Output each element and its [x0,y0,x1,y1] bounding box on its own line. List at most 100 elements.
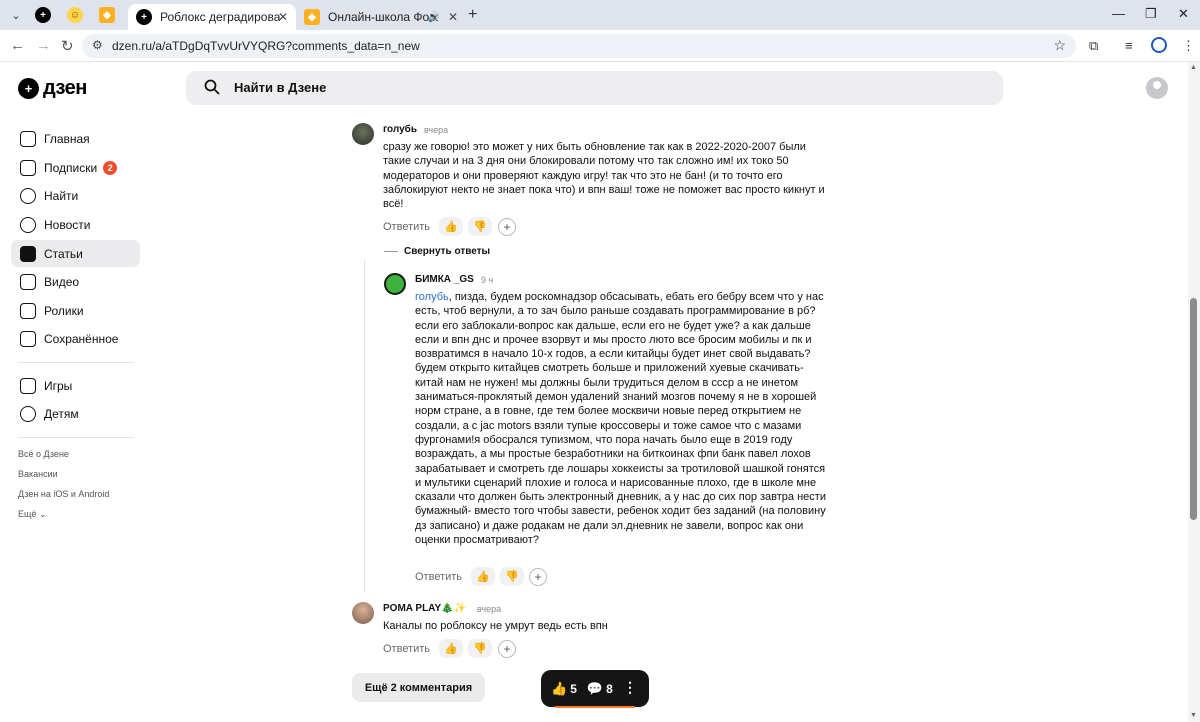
sidebar-item-articles[interactable]: Статьи [11,240,140,267]
sidebar-item-video[interactable]: Видео [11,268,140,295]
sidebar-item-home[interactable]: Главная [11,125,140,152]
floating-bar-accent [555,706,635,708]
tab-close-icon[interactable]: ✕ [278,10,288,24]
dislike-button[interactable]: 👎 [468,639,492,658]
subscriptions-icon [20,159,36,176]
address-bar[interactable]: ⚙ dzen.ru/a/aTDgDqTvvUrVYQRG?comments_da… [82,34,1076,58]
comment-text: Каналы по роблоксу не умрут ведь есть вп… [383,620,608,632]
link-about[interactable]: Всё о Дзене [18,449,69,459]
sidebar-item-label: Видео [44,274,80,289]
comment-author[interactable]: голубь [383,124,417,135]
comment-body: , пизда, будем роскомнадзор обсасывать, … [415,291,826,547]
new-tab-button[interactable]: + [468,6,477,24]
reply-button[interactable]: Ответить [383,221,430,233]
sidebar-divider [18,437,134,438]
scroll-up-icon[interactable]: ▲ [1190,64,1197,71]
sidebar-item-saved[interactable]: Сохранённое [11,325,140,352]
comments-button[interactable]: 💬 8 [587,681,613,697]
avatar[interactable] [352,602,374,624]
pinned-tab-foxford[interactable]: ◆ [92,4,122,26]
tab-title: Роблокс деградировал! | MAT [160,10,280,24]
add-reaction-button[interactable]: + [498,640,516,658]
collapse-replies-button[interactable]: Свернуть ответы [384,246,490,257]
avatar[interactable] [352,123,374,145]
kids-icon [20,405,36,422]
link-more-label: Ещё [18,509,37,519]
bookmark-star-icon[interactable]: ☆ [1053,37,1066,54]
collapse-replies-label: Свернуть ответы [404,246,491,257]
sidebar-item-label: Статьи [44,246,83,261]
tab-search-button[interactable]: ⌄ [7,6,25,24]
comment-author[interactable]: БИМКА _GS [415,274,474,285]
scroll-down-icon[interactable]: ▼ [1190,712,1197,719]
speaker-icon[interactable]: 🔊 [428,12,440,23]
sidebar-item-label: Подписки [44,160,98,175]
profile-icon[interactable] [1151,37,1167,53]
scrollbar-thumb[interactable] [1190,298,1197,520]
like-button[interactable]: 👍 [471,567,495,586]
tab-close-icon[interactable]: ✕ [448,10,458,24]
dislike-button[interactable]: 👎 [468,217,492,236]
browser-toolbar: ← → ↻ ⚙ dzen.ru/a/aTDgDqTvvUrVYQRG?comme… [0,30,1200,62]
games-icon [20,377,36,394]
reply-button[interactable]: Ответить [415,571,462,583]
dzen-logo-icon: + [18,78,39,99]
extensions-icon[interactable]: ⧉ [1089,38,1098,54]
pinned-tab-dzen[interactable]: + [28,4,58,26]
search-icon [204,79,220,95]
likes-button[interactable]: 👍 5 [551,681,577,697]
fox-favicon: ◆ [99,7,115,23]
home-icon [20,130,36,147]
link-apps[interactable]: Дзен на iOS и Android [18,489,109,499]
back-icon[interactable]: ← [10,37,25,54]
search-bar[interactable]: Найти в Дзене [186,71,1003,105]
link-more[interactable]: Ещё ⌄ [18,509,46,520]
add-reaction-button[interactable]: + [498,218,516,236]
sidebar-item-label: Найти [44,188,79,203]
media-control-icon[interactable]: ≡ [1125,38,1133,53]
reload-icon[interactable]: ↻ [61,37,74,55]
tab-foxford[interactable]: ◆ Онлайн-школа Фоксфорд 🔊 ✕ [296,4,466,30]
more-comments-button[interactable]: Ещё 2 комментария [352,673,485,702]
user-avatar[interactable] [1146,77,1168,99]
close-window-icon[interactable]: ✕ [1178,6,1189,22]
avatar[interactable] [384,273,406,295]
like-button[interactable]: 👍 [439,217,463,236]
sidebar-item-subscriptions[interactable]: Подписки 2 [11,154,140,181]
more-options-icon[interactable]: ⋮ [623,679,637,696]
tab-active[interactable]: + Роблокс деградировал! | MAT ✕ [128,4,296,30]
sidebar-item-label: Сохранённое [44,331,119,346]
comment-author[interactable]: POMA PLAY🎄✨ [383,603,466,614]
bookmark-icon [20,330,36,347]
dislike-button[interactable]: 👎 [500,567,524,586]
restore-icon[interactable]: ❐ [1145,6,1157,22]
sidebar-divider [18,362,134,363]
comment-text: сразу же говорю! это может у них быть об… [383,141,825,211]
link-jobs[interactable]: Вакансии [18,469,58,479]
site-info-icon[interactable]: ⚙ [92,38,103,52]
mention-link[interactable]: голубь [415,291,449,303]
sidebar-item-search[interactable]: Найти [11,182,140,209]
sidebar-item-news[interactable]: Новости [11,211,140,238]
sidebar-item-shorts[interactable]: Ролики [11,297,140,324]
dzen-favicon: + [35,7,51,23]
pinned-tab-emoji[interactable]: ☺ [60,4,90,26]
dzen-logo[interactable]: + дзен [18,77,87,100]
menu-icon[interactable]: ⋮ [1182,38,1195,54]
reply-button[interactable]: Ответить [383,643,430,655]
sidebar-item-kids[interactable]: Детям [11,400,140,427]
sidebar-item-games[interactable]: Игры [11,372,140,399]
sidebar-item-label: Новости [44,217,91,232]
notification-badge: 2 [103,160,118,175]
thumbs-down-icon: 👎 [473,643,487,655]
forward-icon[interactable]: → [36,37,51,54]
fox-favicon: ◆ [304,9,320,25]
like-button[interactable]: 👍 [439,639,463,658]
tab-title: Онлайн-школа Фоксфорд [328,10,438,24]
thumbs-down-icon: 👎 [505,571,519,583]
search-icon [20,187,36,204]
dash-icon [384,251,398,252]
minimize-icon[interactable]: — [1112,6,1125,21]
likes-count: 5 [570,681,577,696]
add-reaction-button[interactable]: + [529,568,547,586]
